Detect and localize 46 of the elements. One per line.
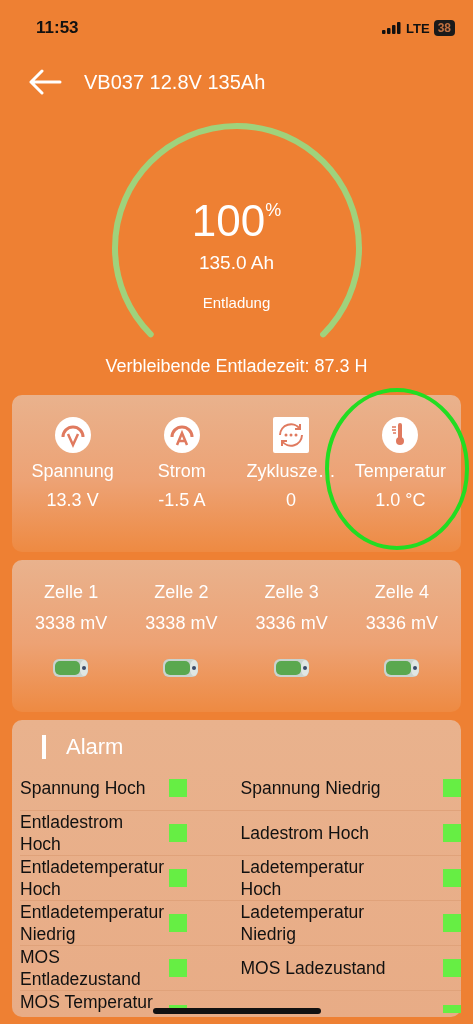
- status-time: 11:53: [36, 18, 79, 38]
- device-title: VB037 12.8V 135Ah: [84, 70, 266, 94]
- alarm-label: Ladestrom Hoch: [240, 822, 369, 844]
- metric-value: -1.5 A: [158, 490, 206, 511]
- charge-percent: 100: [191, 196, 266, 246]
- cell-battery-icon: [382, 658, 421, 678]
- metric-value: 13.3 V: [46, 490, 99, 511]
- alarm-label: MOS Entladezustand: [20, 946, 142, 990]
- mode-label: Entladung: [202, 294, 271, 311]
- cell-label: Zelle 2: [154, 582, 209, 603]
- remaining-time: Verbleibende Entladezeit: 87.3 H: [104, 356, 369, 377]
- metric-value: 1.0 °C: [375, 490, 426, 511]
- alarm-label: MOS Ladezustand: [240, 957, 386, 979]
- cell-battery-icon: [272, 658, 311, 678]
- metric-label: Spannung: [31, 461, 114, 482]
- back-arrow-icon[interactable]: [28, 69, 62, 95]
- metric-value: 0: [286, 490, 297, 511]
- signal-icon: [382, 22, 403, 34]
- cell-voltage: 3338 mV: [35, 613, 108, 634]
- alarm-label: Entladetemperatur Hoch: [20, 856, 165, 900]
- cell-label: Zelle 4: [374, 582, 429, 603]
- ammeter-icon: [163, 417, 200, 453]
- cell-voltage: 3336 mV: [255, 613, 328, 634]
- alarm-label: Ladetemperatur Hoch: [240, 856, 366, 900]
- thermometer-icon: [382, 417, 419, 453]
- alarm-label: Ladetemperatur Niedrig: [240, 901, 366, 945]
- alarm-label: Entladestrom Hoch: [20, 811, 125, 855]
- alarm-label: Spannung Niedrig: [240, 777, 381, 799]
- metric-label: Temperatur: [354, 461, 446, 482]
- network-label: LTE: [406, 20, 430, 36]
- cell-label: Zelle 1: [44, 582, 99, 603]
- alarm-label: Entladetemperatur Niedrig: [20, 901, 165, 945]
- percent-unit: %: [265, 200, 282, 221]
- cell-label: Zelle 3: [264, 582, 319, 603]
- cell-battery-icon: [162, 658, 201, 678]
- cell-voltage: 3338 mV: [145, 613, 218, 634]
- cell-battery-icon: [52, 658, 91, 678]
- cycle-icon: [273, 417, 310, 453]
- cell-voltage: 3336 mV: [365, 613, 438, 634]
- metric-label: Strom: [157, 461, 206, 482]
- battery-indicator: 38: [433, 20, 455, 36]
- voltmeter-icon: [54, 417, 91, 453]
- capacity-value: 135.0 Ah: [199, 252, 274, 274]
- alarm-title: Alarm: [66, 734, 124, 760]
- alarm-label: Spannung Hoch: [20, 777, 146, 799]
- alarm-label: MOS Temperatur: [20, 991, 153, 1013]
